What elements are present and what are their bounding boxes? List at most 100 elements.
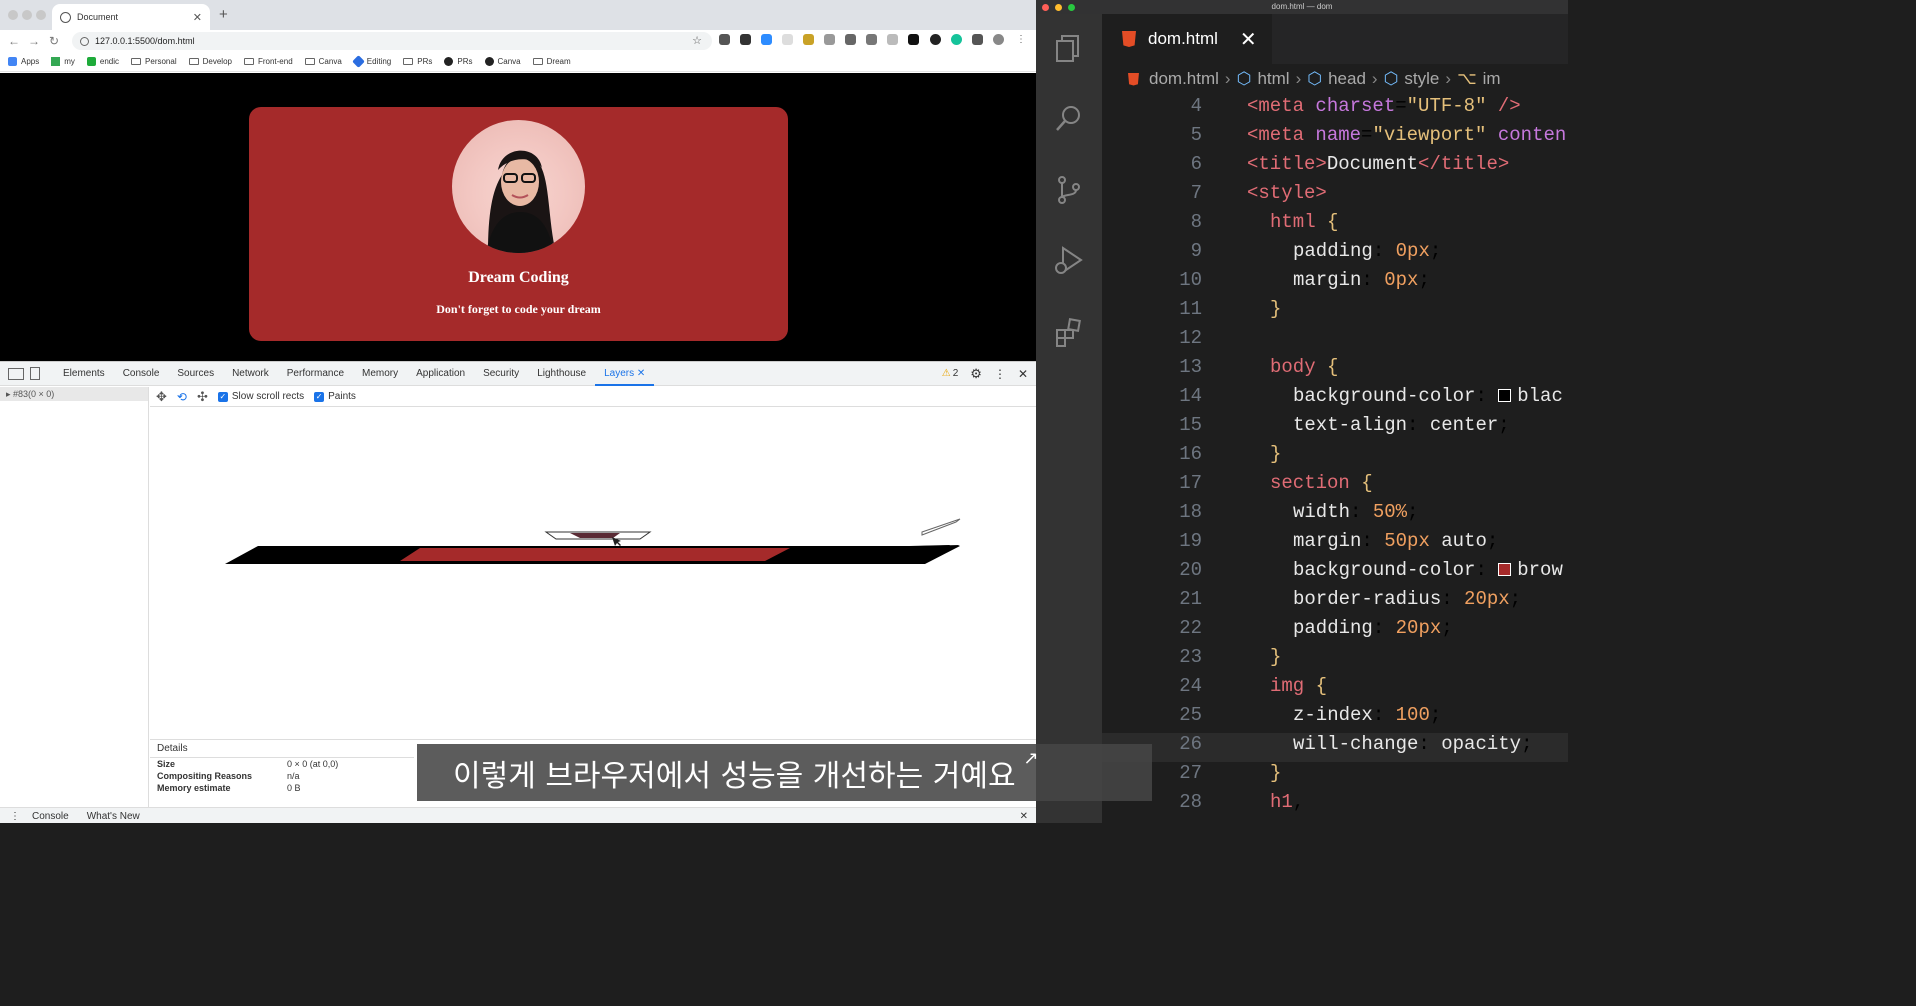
close-window-button[interactable] — [8, 10, 18, 20]
drawer-tab-console[interactable]: Console — [32, 811, 69, 822]
code-line[interactable]: 15 text-align: center; — [1102, 414, 1568, 443]
new-tab-button[interactable]: + — [219, 6, 228, 23]
code-line[interactable]: 22 padding: 20px; — [1102, 617, 1568, 646]
drawer-menu-icon[interactable]: ⋮ — [10, 811, 20, 822]
tab-lighthouse[interactable]: Lighthouse — [528, 362, 595, 386]
bookmark-editing[interactable]: Editing — [351, 55, 391, 68]
code-line[interactable]: 9 padding: 0px; — [1102, 240, 1568, 269]
layers-3d-view[interactable] — [150, 408, 1036, 738]
bookmark-my[interactable]: my — [51, 57, 75, 66]
explorer-icon[interactable] — [1053, 32, 1085, 64]
bookmark-apps[interactable]: Apps — [8, 57, 39, 66]
bookmark-front-end[interactable]: Front-end — [243, 57, 293, 66]
extension-zoom-icon[interactable] — [761, 34, 772, 45]
info-icon[interactable] — [80, 36, 89, 46]
maximize-window-button[interactable] — [1068, 4, 1075, 11]
tab-layers[interactable]: Layers ✕ — [595, 362, 655, 386]
code-line[interactable]: 6 <title>Document</title> — [1102, 153, 1568, 182]
run-debug-icon[interactable] — [1053, 244, 1085, 276]
tab-security[interactable]: Security — [474, 362, 528, 386]
code-line[interactable]: 25 z-index: 100; — [1102, 704, 1568, 733]
forward-icon[interactable]: → — [24, 34, 44, 48]
breadcrumb-item[interactable]: html — [1257, 69, 1289, 89]
tab-performance[interactable]: Performance — [278, 362, 353, 386]
bookmark-canva[interactable]: Canva — [304, 57, 342, 66]
extension-icon[interactable] — [908, 34, 919, 45]
code-line[interactable]: 8 html { — [1102, 211, 1568, 240]
tab-dom-html[interactable]: dom.html ✕ — [1102, 14, 1272, 64]
code-line[interactable]: 10 margin: 0px; — [1102, 269, 1568, 298]
code-line[interactable]: 5 <meta name="viewport" conten — [1102, 124, 1568, 153]
address-bar[interactable]: 127.0.0.1:5500/dom.html ☆ — [72, 32, 712, 50]
warning-icon[interactable]: ⚠ — [942, 368, 951, 379]
code-line[interactable]: 27} — [1102, 762, 1568, 791]
bookmark-endic[interactable]: endic — [86, 57, 119, 66]
code-line[interactable]: 16} — [1102, 443, 1568, 472]
inspect-icon[interactable] — [8, 367, 24, 380]
code-line[interactable]: 18 width: 50%; — [1102, 501, 1568, 530]
code-line[interactable]: 19 margin: 50px auto; — [1102, 530, 1568, 559]
breadcrumb-item[interactable]: style — [1404, 69, 1439, 89]
code-line[interactable]: 23} — [1102, 646, 1568, 675]
close-tab-icon[interactable]: ✕ — [1240, 27, 1257, 52]
code-line[interactable]: 7 <style> — [1102, 182, 1568, 211]
grammarly-icon[interactable] — [951, 34, 962, 45]
tab-application[interactable]: Application — [407, 362, 474, 386]
bookmark-canva-github[interactable]: Canva — [484, 57, 521, 66]
menu-dots-icon[interactable]: ⋮ — [1016, 34, 1027, 45]
code-line[interactable]: 4 <meta charset="UTF-8" /> — [1102, 95, 1568, 124]
close-devtools-icon[interactable]: ✕ — [1018, 367, 1028, 381]
extension-icon[interactable] — [887, 34, 898, 45]
breadcrumb-item[interactable]: dom.html — [1149, 69, 1219, 89]
search-icon[interactable] — [1053, 102, 1085, 134]
back-icon[interactable]: ← — [4, 34, 24, 48]
close-window-button[interactable] — [1042, 4, 1049, 11]
layer-item[interactable]: ▸ #83(0 × 0) — [0, 387, 148, 401]
code-editor[interactable]: 4 <meta charset="UTF-8" /> 5 <meta name="vi… — [1102, 94, 1568, 823]
extension-icon[interactable] — [740, 34, 751, 45]
tab-memory[interactable]: Memory — [353, 362, 407, 386]
close-tab-icon[interactable]: ✕ — [193, 11, 202, 24]
warning-count[interactable]: 2 — [953, 368, 959, 379]
puzzle-icon[interactable] — [972, 34, 983, 45]
minimize-window-button[interactable] — [22, 10, 32, 20]
drawer-tab-whats-new[interactable]: What's New — [87, 811, 140, 822]
close-drawer-icon[interactable]: ✕ — [1020, 811, 1028, 822]
breadcrumb-item[interactable]: head — [1328, 69, 1366, 89]
code-line[interactable]: 26 will-change: opacity; — [1102, 733, 1568, 762]
source-control-icon[interactable] — [1053, 174, 1085, 206]
extensions-icon[interactable] — [1053, 316, 1085, 348]
tab-network[interactable]: Network — [223, 362, 278, 386]
code-line[interactable]: 11} — [1102, 298, 1568, 327]
extension-icon[interactable] — [845, 34, 856, 45]
code-line[interactable]: 28 h1, — [1102, 791, 1568, 820]
bookmark-prs[interactable]: PRs — [403, 57, 432, 66]
bookmark-star-icon[interactable]: ☆ — [692, 34, 702, 47]
extension-icon[interactable] — [782, 34, 793, 45]
extension-icon[interactable] — [930, 34, 941, 45]
paints-checkbox[interactable]: ✓ — [314, 391, 325, 402]
more-dots-icon[interactable]: ⋮ — [994, 367, 1006, 381]
code-line[interactable]: 21 border-radius: 20px; — [1102, 588, 1568, 617]
pan-mode-icon[interactable]: ✥ — [156, 389, 167, 405]
bookmark-prs-github[interactable]: PRs — [444, 57, 473, 66]
eyedropper-icon[interactable] — [866, 34, 877, 45]
bookmark-develop[interactable]: Develop — [188, 57, 232, 66]
maximize-window-button[interactable] — [36, 10, 46, 20]
breadcrumb-item[interactable]: im — [1483, 69, 1501, 89]
code-line[interactable]: 13 body { — [1102, 356, 1568, 385]
code-line[interactable]: 14 background-color: blac — [1102, 385, 1568, 414]
tab-elements[interactable]: Elements — [54, 362, 114, 386]
device-toggle-icon[interactable] — [30, 367, 40, 380]
bookmark-dream[interactable]: Dream — [532, 57, 571, 66]
tab-console[interactable]: Console — [114, 362, 169, 386]
code-line[interactable]: 24 img { — [1102, 675, 1568, 704]
profile-avatar[interactable] — [993, 34, 1004, 45]
browser-tab[interactable]: Document ✕ — [52, 4, 210, 30]
tab-sources[interactable]: Sources — [168, 362, 223, 386]
reload-icon[interactable]: ↻ — [44, 34, 64, 48]
rotate-mode-icon[interactable]: ⟲ — [177, 390, 187, 404]
bookmark-personal[interactable]: Personal — [131, 57, 177, 66]
code-line[interactable]: 12 — [1102, 327, 1568, 356]
extension-icon[interactable] — [803, 34, 814, 45]
